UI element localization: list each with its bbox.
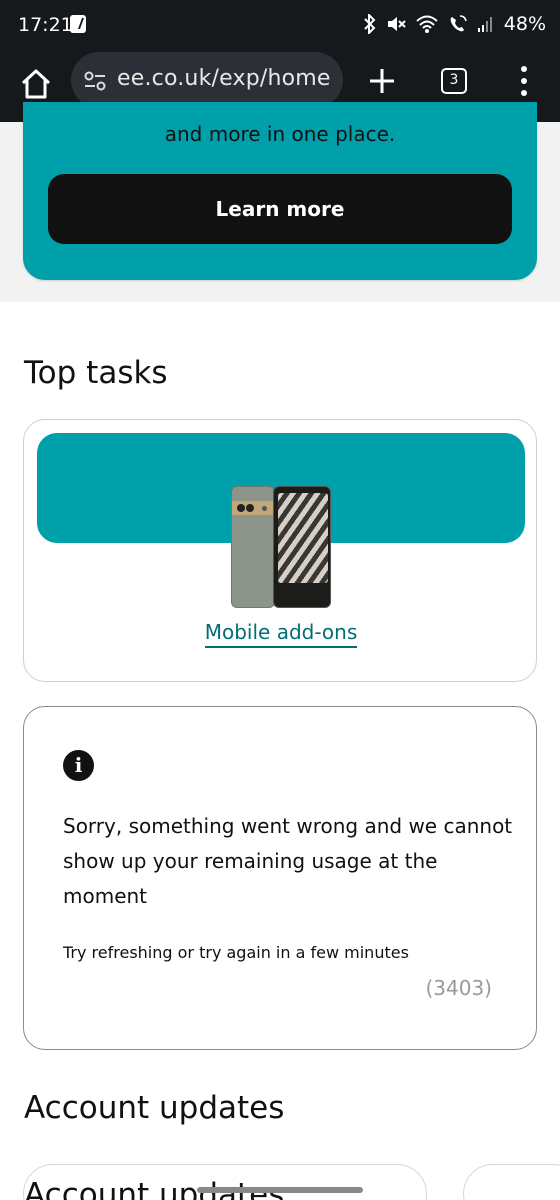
- site-settings-icon[interactable]: [83, 70, 107, 92]
- notification-app-icon: [70, 15, 86, 33]
- more-menu-icon[interactable]: [518, 66, 530, 96]
- top-tasks-heading: Top tasks: [24, 355, 168, 391]
- new-tab-icon[interactable]: [366, 65, 398, 97]
- phone-back: [231, 486, 276, 608]
- promo-section: and more in one place. Learn more: [0, 102, 560, 302]
- phone-front: [273, 486, 331, 608]
- error-message: Sorry, something went wrong and we canno…: [63, 814, 513, 908]
- info-icon: i: [63, 750, 94, 781]
- address-bar[interactable]: ee.co.uk/exp/home: [71, 52, 343, 108]
- error-hint: Try refreshing or try again in a few min…: [63, 943, 409, 962]
- error-code: (3403): [425, 976, 492, 1000]
- signal-icon: [477, 17, 492, 32]
- learn-more-button[interactable]: Learn more: [48, 174, 512, 244]
- wifi-icon: [416, 15, 438, 33]
- bluetooth-icon: [364, 14, 376, 34]
- status-icons: 48%: [363, 13, 546, 35]
- account-updates-heading: Account updates: [24, 1090, 285, 1126]
- tabs-icon[interactable]: 3: [441, 68, 467, 94]
- mobile-addons-link[interactable]: Mobile add-ons: [24, 620, 538, 648]
- url-text[interactable]: ee.co.uk/exp/home: [117, 66, 331, 91]
- mobile-addons-card[interactable]: Mobile add-ons: [23, 419, 537, 682]
- phone-image: [231, 486, 331, 608]
- mute-icon: [387, 17, 406, 31]
- wifi-call-icon: [450, 15, 467, 32]
- promo-card: and more in one place. Learn more: [23, 102, 537, 280]
- status-bar: 17:21 48%: [0, 0, 560, 50]
- account-update-card-next[interactable]: [463, 1164, 560, 1200]
- usage-error-card: i Sorry, something went wrong and we can…: [23, 706, 537, 1050]
- home-icon[interactable]: [18, 66, 54, 102]
- status-time: 17:21: [18, 14, 73, 36]
- gesture-bar[interactable]: [197, 1187, 363, 1193]
- promo-text: and more in one place.: [164, 122, 396, 146]
- battery-level: 48%: [503, 13, 546, 35]
